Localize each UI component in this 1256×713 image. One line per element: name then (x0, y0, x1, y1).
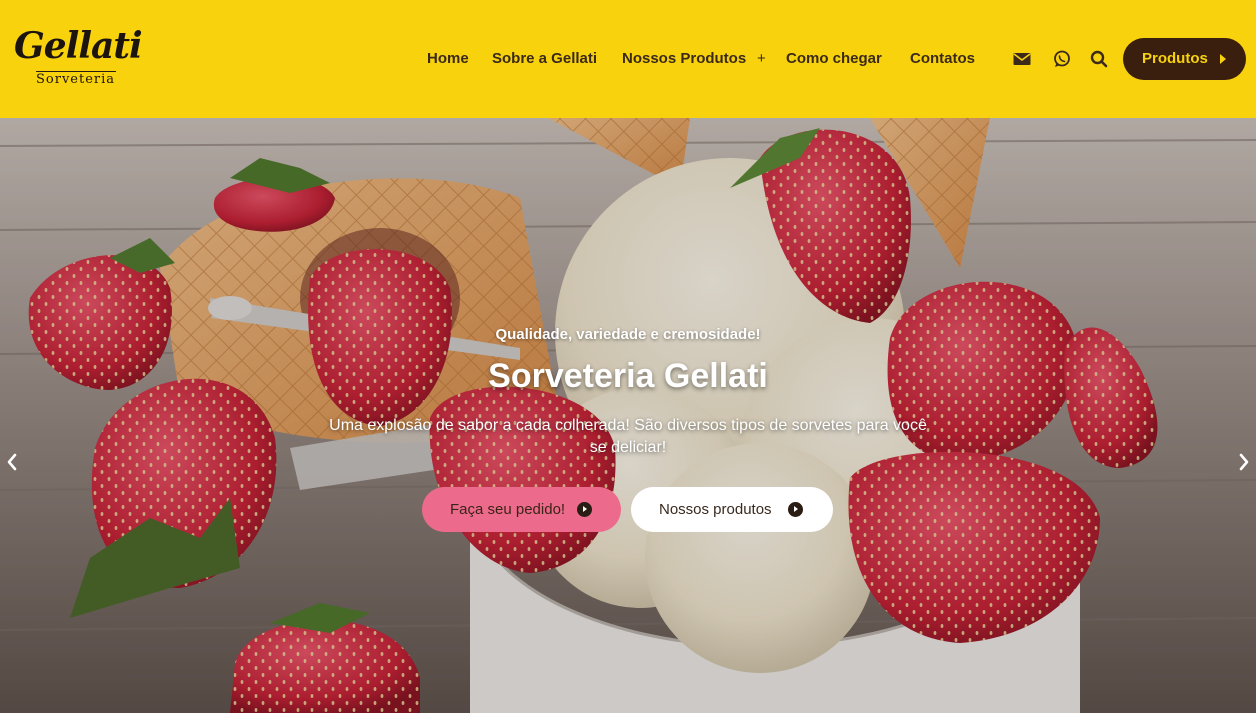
produtos-button-label: Produtos (1142, 50, 1208, 67)
search-icon[interactable] (1089, 49, 1109, 69)
arrow-circle-right-icon (577, 502, 592, 517)
hero-slider: Qualidade, variedade e cremosidade! Sorv… (0, 118, 1256, 713)
order-button-label: Faça seu pedido! (450, 501, 566, 518)
hero-tagline: Qualidade, variedade e cremosidade! (495, 326, 761, 343)
products-button-label: Nossos produtos (659, 501, 772, 518)
nav-item-produtos[interactable]: Nossos Produtos (622, 48, 746, 70)
nav-item-como-chegar[interactable]: Como chegar (786, 48, 882, 70)
order-button[interactable]: Faça seu pedido! (422, 487, 621, 532)
arrow-circle-right-icon (788, 502, 803, 517)
hero-slide: Qualidade, variedade e cremosidade! Sorv… (0, 118, 1256, 713)
nav-item-sobre[interactable]: Sobre a Gellati (492, 48, 597, 70)
hero-title: Sorveteria Gellati (488, 357, 768, 395)
chevron-right-icon[interactable] (1236, 450, 1252, 474)
submenu-plus-icon[interactable]: + (757, 48, 766, 70)
envelope-icon[interactable] (1012, 49, 1032, 69)
hero-description: Uma explosão de sabor a cada colherada! … (329, 417, 927, 456)
chevron-left-icon[interactable] (4, 450, 20, 474)
caret-right-icon (1220, 54, 1226, 64)
whatsapp-icon[interactable] (1052, 49, 1072, 69)
products-button[interactable]: Nossos produtos (631, 487, 833, 532)
produtos-button[interactable]: Produtos (1123, 38, 1246, 80)
nav-item-contatos[interactable]: Contatos (910, 48, 975, 70)
nav-item-home[interactable]: Home (427, 48, 469, 70)
site-header: Gellati Sorveteria Home Sobre a Gellati … (0, 0, 1256, 118)
logo-subtitle: Sorveteria (36, 72, 116, 87)
